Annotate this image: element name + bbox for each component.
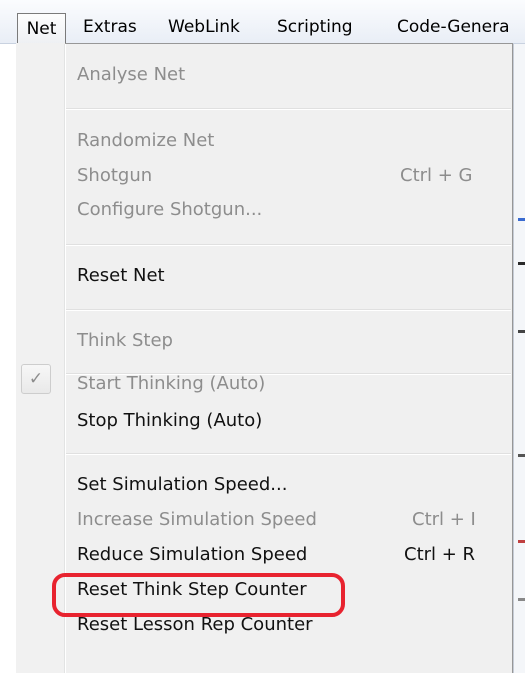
menu-code-generation[interactable]: Code-Genera [397, 13, 510, 43]
menu-scripting[interactable]: Scripting [277, 13, 353, 43]
shortcut-ctrl-g: Ctrl + G [400, 165, 473, 186]
menu-item-stop-thinking-auto[interactable]: Stop Thinking (Auto) [77, 404, 262, 438]
menu-separator [66, 453, 511, 455]
menu-item-analyse-net[interactable]: Analyse Net [77, 58, 185, 92]
red-highlight-outline [52, 573, 345, 617]
menu-net[interactable]: Net [17, 13, 66, 44]
app-window: Net Extras WebLink Scripting Code-Genera… [0, 0, 525, 673]
menu-weblink[interactable]: WebLink [168, 13, 240, 43]
menu-item-think-step[interactable]: Think Step [77, 324, 173, 358]
shortcut-ctrl-r: Ctrl + R [404, 544, 476, 565]
menu-separator [66, 108, 511, 110]
menu-item-reset-net[interactable]: Reset Net [77, 259, 165, 293]
background-mark [518, 540, 525, 543]
background-mark [518, 454, 525, 457]
background-mark [518, 218, 525, 221]
menu-extras[interactable]: Extras [83, 13, 137, 43]
checked-indicator: ✓ [21, 364, 51, 394]
menu-item-shotgun[interactable]: Shotgun [77, 159, 152, 193]
menu-item-configure-shotgun[interactable]: Configure Shotgun... [77, 193, 262, 227]
background-window-edge [513, 44, 525, 673]
menu-bar: Net Extras WebLink Scripting Code-Genera [0, 0, 525, 44]
background-mark [518, 598, 525, 601]
menu-item-start-thinking-auto[interactable]: Start Thinking (Auto) [77, 367, 265, 401]
menu-item-increase-simulation-speed[interactable]: Increase Simulation Speed [77, 503, 317, 537]
menu-separator [66, 244, 511, 246]
menu-item-reduce-simulation-speed[interactable]: Reduce Simulation Speed [77, 538, 307, 572]
shortcut-ctrl-i: Ctrl + I [412, 509, 476, 530]
menu-item-set-simulation-speed[interactable]: Set Simulation Speed... [77, 468, 287, 502]
background-mark [518, 330, 525, 333]
background-mark [518, 262, 525, 265]
checkmark-icon: ✓ [28, 369, 44, 389]
menu-separator [66, 309, 511, 311]
menu-item-randomize-net[interactable]: Randomize Net [77, 124, 214, 158]
